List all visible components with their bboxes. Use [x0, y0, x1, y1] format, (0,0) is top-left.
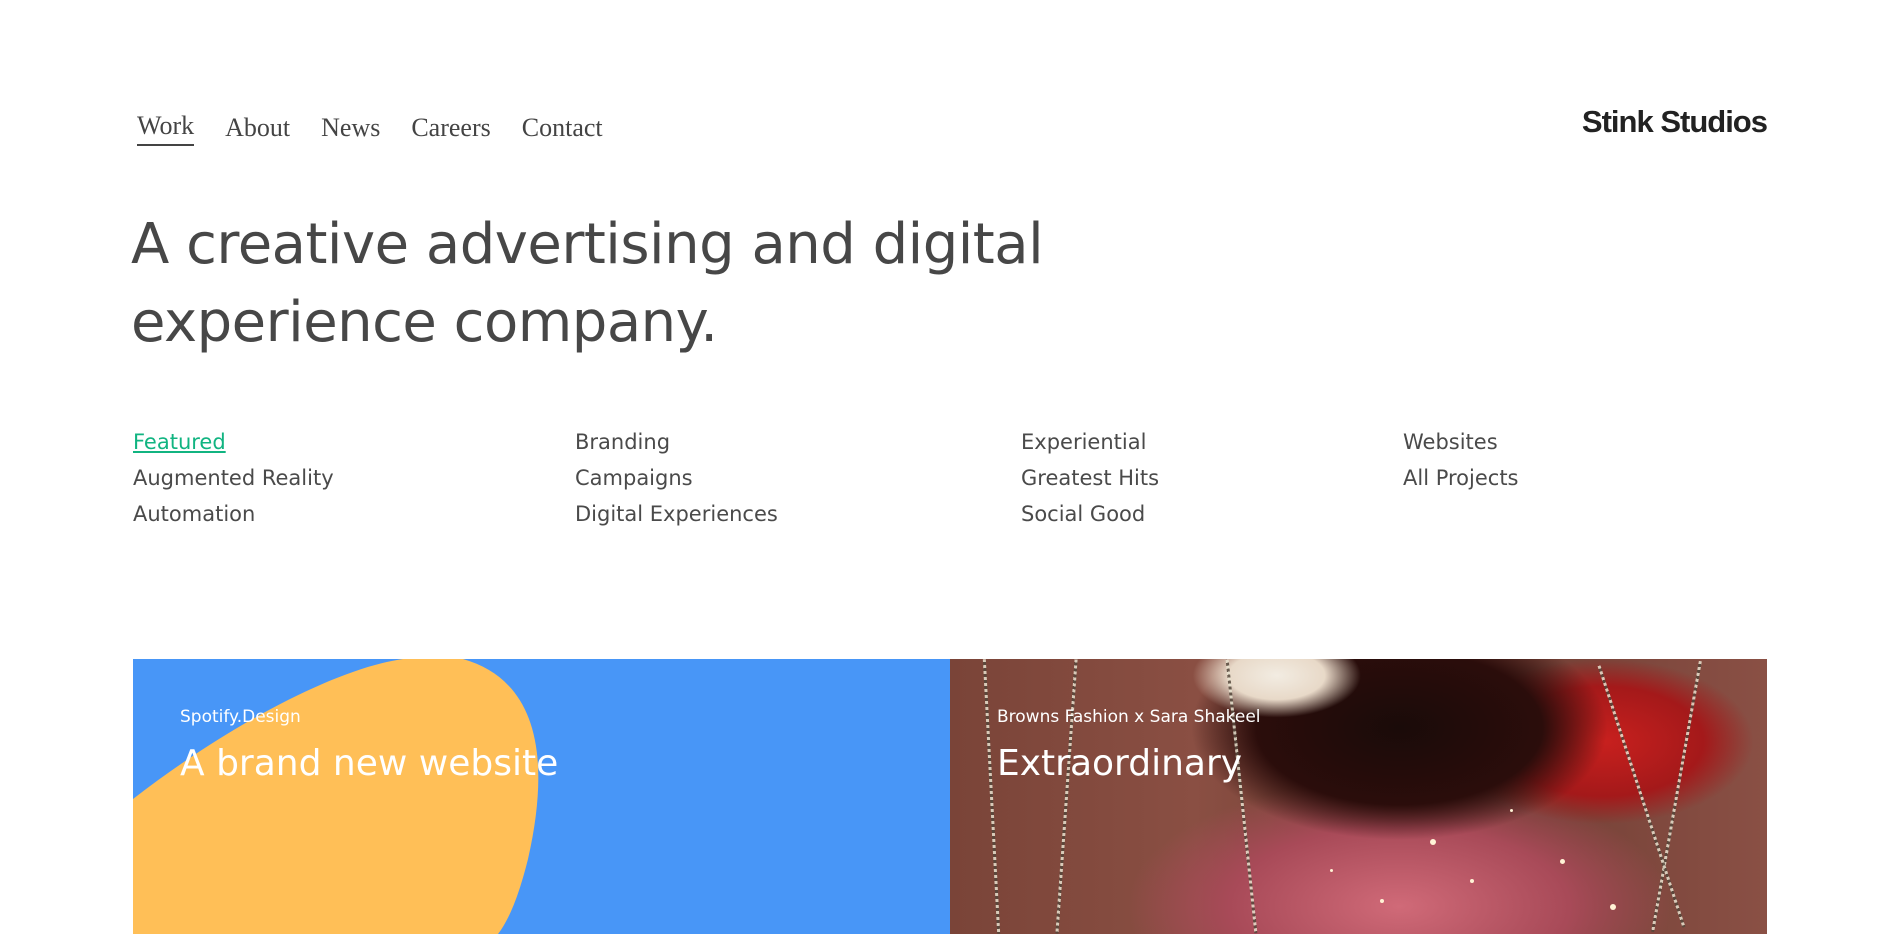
filter-digital-experiences[interactable]: Digital Experiences [575, 496, 778, 532]
filter-column: Featured Augmented Reality Automation [133, 424, 334, 532]
filter-column: Websites All Projects [1403, 424, 1519, 496]
filter-campaigns[interactable]: Campaigns [575, 460, 778, 496]
nav-news-link[interactable]: News [321, 110, 380, 146]
category-filters: Featured Augmented Reality Automation Br… [133, 424, 1773, 534]
filter-experiential[interactable]: Experiential [1021, 424, 1159, 460]
main-nav: Work About News Careers Contact [137, 110, 634, 146]
tile-client-label: Browns Fashion x Sara Shakeel [997, 707, 1261, 727]
filter-branding[interactable]: Branding [575, 424, 778, 460]
project-tile-browns[interactable]: Browns Fashion x Sara Shakeel Extraordin… [950, 659, 1767, 934]
nav-about-link[interactable]: About [225, 110, 290, 146]
page-headline: A creative advertising and digital exper… [131, 212, 1044, 355]
nav-careers-link[interactable]: Careers [411, 110, 490, 146]
filter-column: Experiential Greatest Hits Social Good [1021, 424, 1159, 532]
filter-augmented-reality[interactable]: Augmented Reality [133, 460, 334, 496]
filter-column: Branding Campaigns Digital Experiences [575, 424, 778, 532]
glitter-mouth-photo [950, 659, 1767, 934]
filter-automation[interactable]: Automation [133, 496, 334, 532]
yellow-blob-shape [133, 659, 539, 934]
project-tile-spotify[interactable]: Spotify.Design A brand new website [133, 659, 950, 934]
nav-contact-link[interactable]: Contact [522, 110, 603, 146]
project-tiles: Spotify.Design A brand new website Brown… [133, 659, 1767, 934]
tile-title: Extraordinary [997, 743, 1243, 784]
tile-title: A brand new website [180, 743, 559, 784]
filter-websites[interactable]: Websites [1403, 424, 1519, 460]
filter-social-good[interactable]: Social Good [1021, 496, 1159, 532]
filter-greatest-hits[interactable]: Greatest Hits [1021, 460, 1159, 496]
nav-work-link[interactable]: Work [137, 110, 195, 146]
logo[interactable]: Stink Studios [1582, 104, 1768, 140]
filter-featured[interactable]: Featured [133, 424, 334, 460]
tile-client-label: Spotify.Design [180, 707, 301, 727]
filter-all-projects[interactable]: All Projects [1403, 460, 1519, 496]
